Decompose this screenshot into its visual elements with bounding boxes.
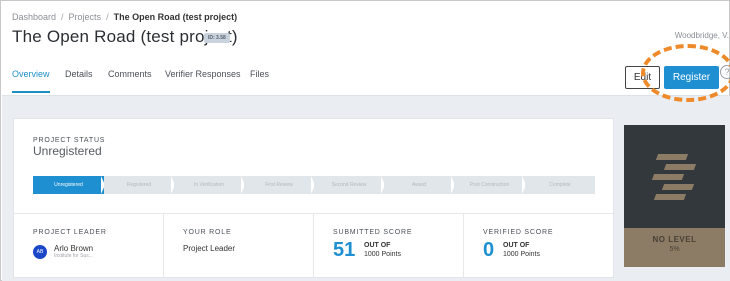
tab-overview[interactable]: Overview	[12, 69, 50, 93]
verified-out-of: OUT OF	[503, 242, 530, 249]
breadcrumb-projects[interactable]: Projects	[69, 12, 102, 22]
step-registered: Registered	[104, 176, 174, 194]
logo-stripe	[651, 174, 685, 180]
your-role-label: YOUR ROLE	[183, 229, 232, 236]
logo-stripe	[655, 154, 689, 160]
level-logo-icon	[651, 152, 699, 202]
leader-name[interactable]: Arlo Brown	[54, 244, 93, 253]
avatar: AB	[33, 245, 47, 259]
project-leader-label: PROJECT LEADER	[33, 229, 107, 236]
app-window: Dashboard / Projects / The Open Road (test p…	[0, 0, 730, 281]
verified-score-section: VERIFIED SCORE 0 OUT OF 1000 Points	[464, 214, 615, 278]
breadcrumb: Dashboard / Projects / The Open Road (test p…	[12, 12, 237, 22]
project-location: Woodbridge, V.	[674, 31, 729, 40]
logo-stripe	[661, 184, 695, 190]
step-unregistered: Unregistered	[33, 176, 104, 194]
submitted-out-of: OUT OF	[364, 242, 391, 249]
breadcrumb-separator: /	[61, 12, 64, 22]
your-role-section: YOUR ROLE Project Leader	[164, 214, 314, 278]
submitted-score-label: SUBMITTED SCORE	[333, 229, 413, 236]
verified-points: 1000 Points	[503, 251, 540, 258]
breadcrumb-separator: /	[106, 12, 109, 22]
step-first-review: First Review	[244, 176, 314, 194]
project-leader-section: PROJECT LEADER AB Arlo Brown Institute f…	[14, 214, 164, 278]
help-icon[interactable]: ?	[720, 65, 730, 79]
logo-stripe	[653, 194, 687, 200]
submitted-score-section: SUBMITTED SCORE 51 OUT OF 1000 Points	[314, 214, 464, 278]
step-in-verification: In Verification	[174, 176, 244, 194]
edit-button[interactable]: Edit	[625, 66, 660, 89]
your-role-value: Project Leader	[183, 244, 236, 253]
submitted-points: 1000 Points	[364, 251, 401, 258]
breadcrumb-current: The Open Road (test project)	[113, 12, 238, 22]
submitted-score-value: 51	[333, 239, 356, 261]
verified-score-label: VERIFIED SCORE	[483, 229, 554, 236]
level-percent: 5%	[669, 246, 680, 253]
step-complete: Complete	[525, 176, 595, 194]
tab-verifier-responses[interactable]: Verifier Responses	[165, 69, 241, 93]
verified-score-value: 0	[483, 239, 495, 261]
project-status-card: PROJECT STATUS Unregistered Unregistered…	[13, 118, 615, 278]
register-button[interactable]: Register	[664, 66, 719, 89]
tab-comments[interactable]: Comments	[108, 69, 152, 93]
project-status-label: PROJECT STATUS	[33, 137, 106, 144]
step-second-review: Second Review	[314, 176, 384, 194]
breadcrumb-dashboard[interactable]: Dashboard	[12, 12, 56, 22]
project-status-value: Unregistered	[33, 144, 102, 158]
tab-files[interactable]: Files	[250, 69, 269, 93]
leader-organization: Institute for Sus...	[54, 253, 93, 259]
logo-stripe	[663, 164, 697, 170]
step-award: Award	[384, 176, 454, 194]
status-progress-steps: Unregistered Registered In Verification …	[33, 176, 595, 194]
step-post-construction: Post Construction	[454, 176, 525, 194]
certification-level-panel: NO LEVEL 5%	[624, 125, 725, 267]
level-label: NO LEVEL	[652, 235, 697, 244]
project-id-badge: ID: 3.58	[204, 33, 230, 43]
tab-details[interactable]: Details	[65, 69, 93, 93]
